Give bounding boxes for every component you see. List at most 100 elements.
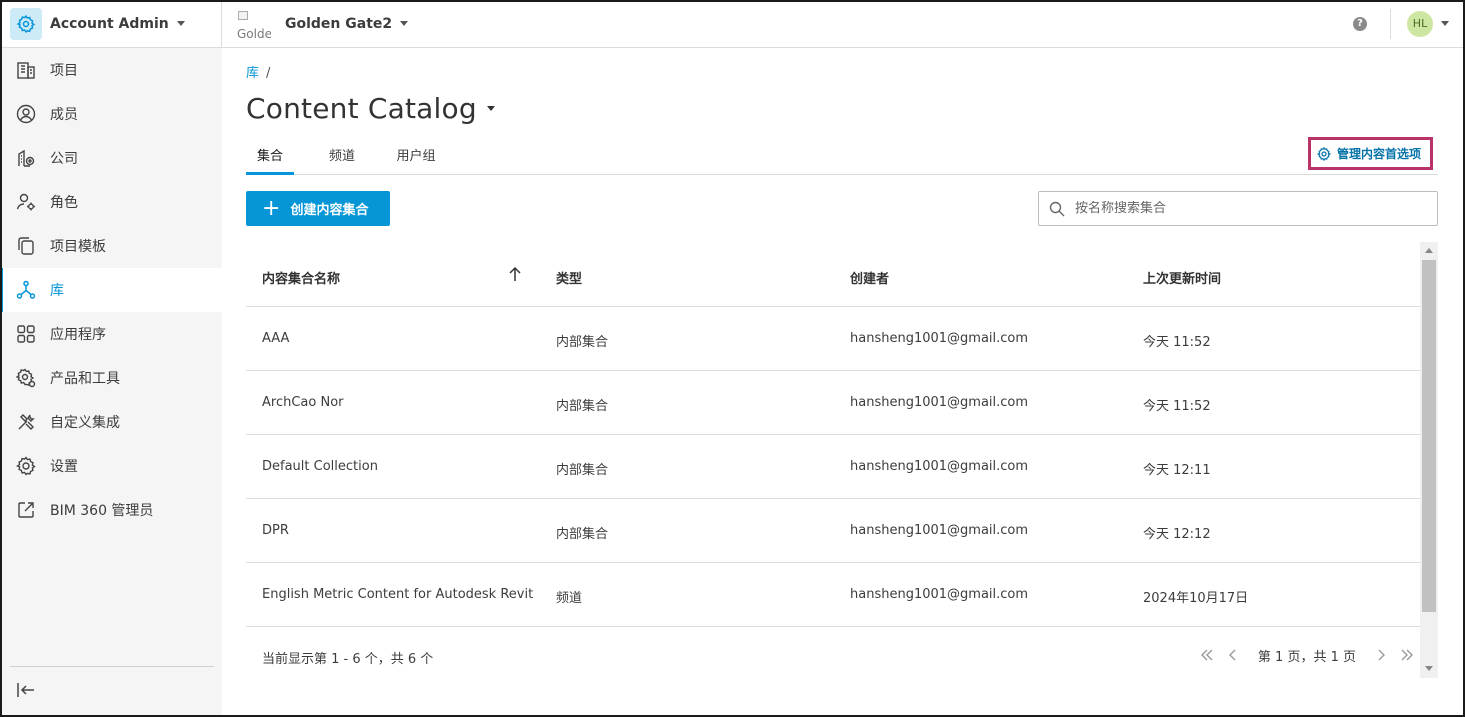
double-chevron-left-icon (1200, 649, 1213, 661)
create-collection-button[interactable]: + 创建内容集合 (246, 191, 390, 226)
search-input[interactable] (1075, 201, 1415, 216)
user-area: ? HL (1353, 0, 1465, 47)
gear-icon (10, 7, 42, 40)
sidebar-item-custom-integrations[interactable]: 自定义集成 (0, 400, 222, 444)
sidebar-item-members[interactable]: 成员 (0, 92, 222, 136)
breadcrumb-separator: / (266, 66, 271, 81)
search-box (1038, 191, 1438, 226)
tab-bar: 集合 频道 用户组 (246, 146, 1438, 175)
table-row[interactable]: ArchCao Nor 内部集合 hansheng1001@gmail.com … (246, 371, 1420, 435)
sidebar-item-bim360-admin[interactable]: BIM 360 管理员 (0, 488, 222, 532)
app-title: Account Admin (50, 15, 169, 32)
cell-updated: 今天 12:11 (1143, 463, 1211, 478)
chevron-left-icon (1228, 649, 1236, 661)
app-switcher[interactable]: Account Admin (0, 0, 222, 47)
gear-badge-icon (16, 368, 36, 388)
cell-name: AAA (262, 331, 290, 346)
sidebar-item-label: 库 (50, 283, 64, 299)
chevron-down-icon[interactable] (1441, 21, 1449, 26)
double-chevron-right-icon (1401, 649, 1413, 661)
cell-updated: 2024年10月17日 (1143, 591, 1249, 606)
sidebar-item-label: 项目模板 (50, 239, 106, 255)
table-row[interactable]: DPR 内部集合 hansheng1001@gmail.com 今天 12:12 (246, 499, 1420, 563)
cell-type: 内部集合 (556, 463, 609, 478)
column-header-type[interactable]: 类型 (556, 268, 582, 287)
sidebar-item-products-tools[interactable]: 产品和工具 (0, 356, 222, 400)
scroll-up-icon[interactable] (1425, 248, 1433, 253)
sort-ascending-icon[interactable] (508, 266, 522, 282)
table-header: 内容集合名称 类型 创建者 上次更新时间 (246, 242, 1420, 307)
cell-name: DPR (262, 523, 289, 538)
sidebar-item-library[interactable]: 库 (0, 268, 222, 312)
cell-creator: hansheng1001@gmail.com (850, 331, 1029, 346)
project-switcher[interactable]: Golde Golden Gate2 (237, 7, 409, 41)
column-header-name[interactable]: 内容集合名称 (262, 268, 340, 287)
scroll-thumb[interactable] (1422, 260, 1436, 612)
create-collection-label: 创建内容集合 (290, 203, 369, 218)
previous-page-button[interactable] (1220, 644, 1246, 666)
sidebar-item-label: BIM 360 管理员 (50, 503, 154, 519)
breadcrumb-link[interactable]: 库 (246, 66, 259, 81)
tab-channels[interactable]: 频道 (322, 146, 362, 175)
cell-name: ArchCao Nor (262, 395, 344, 410)
pagination: 第 1 页，共 1 页 (1194, 644, 1420, 666)
sidebar-item-projects[interactable]: 项目 (0, 48, 222, 92)
top-bar: Account Admin Golde Golden Gate2 ? HL (0, 0, 1465, 48)
divider (1390, 8, 1391, 39)
sidebar-item-label: 成员 (50, 107, 78, 123)
sidebar-item-project-templates[interactable]: 项目模板 (0, 224, 222, 268)
page-indicator: 第 1 页，共 1 页 (1257, 649, 1356, 665)
results-status: 当前显示第 1 - 6 个，共 6 个 (262, 652, 434, 667)
cell-creator: hansheng1001@gmail.com (850, 459, 1029, 474)
cell-type: 内部集合 (556, 399, 609, 414)
collections-table: 内容集合名称 类型 创建者 上次更新时间 AAA 内部集合 hansheng10… (246, 242, 1438, 678)
chevron-down-icon (486, 106, 495, 111)
sidebar-item-settings[interactable]: 设置 (0, 444, 222, 488)
page-title[interactable]: Content Catalog (246, 92, 495, 125)
broken-image-icon (238, 10, 248, 20)
cell-type: 内部集合 (556, 335, 609, 350)
project-name: Golden Gate2 (285, 15, 393, 32)
sidebar-item-label: 应用程序 (50, 327, 106, 343)
manage-content-preferences-label: 管理内容首选项 (1337, 147, 1422, 161)
sidebar-item-label: 设置 (50, 459, 78, 475)
search-icon (1049, 201, 1065, 216)
first-page-button[interactable] (1194, 644, 1220, 666)
table-scrollbar[interactable] (1420, 242, 1438, 678)
manage-content-preferences-button[interactable]: 管理内容首选项 (1308, 137, 1433, 170)
apps-grid-icon (17, 325, 35, 343)
cell-creator: hansheng1001@gmail.com (850, 395, 1029, 410)
plus-icon: + (262, 195, 281, 221)
sidebar-item-label: 自定义集成 (50, 415, 120, 431)
sidebar-item-label: 产品和工具 (50, 371, 120, 387)
sidebar-item-roles[interactable]: 角色 (0, 180, 222, 224)
building-icon (17, 62, 35, 79)
user-gear-icon (16, 193, 35, 211)
sidebar-item-apps[interactable]: 应用程序 (0, 312, 222, 356)
tab-collections[interactable]: 集合 (246, 146, 294, 175)
sidebar-item-companies[interactable]: 公司 (0, 136, 222, 180)
cell-type: 内部集合 (556, 527, 609, 542)
cell-updated: 今天 11:52 (1143, 399, 1211, 414)
user-circle-icon (16, 104, 36, 124)
table-row[interactable]: AAA 内部集合 hansheng1001@gmail.com 今天 11:52 (246, 307, 1420, 371)
column-header-creator[interactable]: 创建者 (850, 268, 889, 287)
table-row[interactable]: English Metric Content for Autodesk Revi… (246, 563, 1420, 627)
copy-icon (18, 237, 34, 255)
last-page-button[interactable] (1394, 644, 1420, 666)
chevron-right-icon (1378, 649, 1385, 661)
breadcrumb: 库 / (246, 62, 270, 81)
table-row[interactable]: Default Collection 内部集合 hansheng1001@gma… (246, 435, 1420, 499)
sidebar-item-label: 项目 (50, 63, 78, 79)
scroll-down-icon[interactable] (1425, 666, 1433, 671)
tab-user-groups[interactable]: 用户组 (390, 146, 442, 175)
cell-updated: 今天 11:52 (1143, 335, 1211, 350)
collapse-sidebar-icon[interactable] (16, 680, 36, 700)
column-header-updated[interactable]: 上次更新时间 (1143, 268, 1221, 287)
hammer-wrench-icon (18, 414, 35, 430)
avatar[interactable]: HL (1407, 10, 1433, 37)
gear-icon (1317, 146, 1331, 161)
help-icon[interactable]: ? (1353, 16, 1367, 31)
next-page-button[interactable] (1368, 644, 1394, 666)
cell-updated: 今天 12:12 (1143, 527, 1211, 542)
